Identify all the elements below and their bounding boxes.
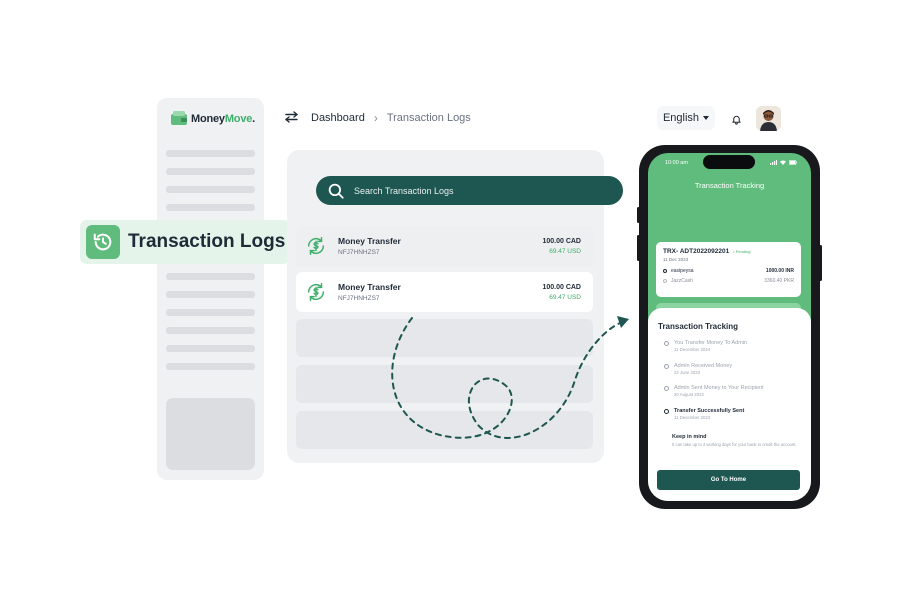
step-title: Admin Received Money <box>674 363 733 369</box>
brand-logo[interactable]: MoneyMove. <box>171 111 255 126</box>
signal-icon <box>770 160 777 165</box>
step-complete-icon <box>664 409 669 414</box>
sheet-title: Transaction Tracking <box>658 322 739 331</box>
step-title: Admin Sent Money to Your Recipient <box>674 385 764 391</box>
trx-recipient-line: JazzCash 3360.40 PKR <box>663 278 794 284</box>
search-input[interactable] <box>354 185 594 196</box>
phone-side-button <box>819 245 822 281</box>
recipient-name: JazzCash <box>671 278 693 284</box>
transaction-row[interactable]: Money Transfer NFJ7HNHZS7 100.00 CAD 69.… <box>296 226 593 266</box>
step-status-icon <box>664 364 669 369</box>
transaction-id: NFJ7HNHZS7 <box>338 249 380 256</box>
transaction-title: Money Transfer <box>338 282 401 292</box>
dollar-refresh-icon <box>304 280 328 304</box>
sidebar-item-placeholder[interactable] <box>166 327 255 334</box>
sidebar-item-placeholder[interactable] <box>166 186 255 193</box>
transaction-row-placeholder <box>296 319 593 357</box>
wallet-logo-icon <box>171 111 187 125</box>
transaction-converted: 69.47 USD <box>549 247 581 255</box>
phone-side-button <box>637 207 640 223</box>
sidebar-item-placeholder[interactable] <box>166 291 255 298</box>
sender-dot-icon <box>663 269 667 273</box>
tracking-step: You Transfer Money To Admin 11 December … <box>664 340 747 352</box>
go-to-home-button[interactable]: Go To Home <box>657 470 800 490</box>
step-date: 22 June 2023 <box>674 370 701 375</box>
phone-mockup: 10:00 am Transaction Tracking TRX- ADT20… <box>637 145 822 509</box>
status-time: 10:00 am <box>665 160 688 166</box>
sidebar-item-transaction-logs[interactable]: Transaction Logs <box>80 220 290 264</box>
transaction-amount: 100.00 CAD <box>542 237 581 245</box>
step-date: 11 December 2024 <box>674 347 711 352</box>
transaction-row-placeholder <box>296 411 593 449</box>
sidebar-item-placeholder[interactable] <box>166 363 255 370</box>
step-status-icon <box>664 386 669 391</box>
dollar-refresh-icon <box>304 234 328 258</box>
step-date: 11 December 2023 <box>674 415 711 420</box>
history-icon <box>86 225 120 259</box>
note-text: It can take up to 2 working days for you… <box>672 442 797 447</box>
transaction-amount: 100.00 CAD <box>542 283 581 291</box>
tracking-step: Admin Sent Money to Your Recipient 20 Au… <box>664 385 764 397</box>
sidebar-item-placeholder[interactable] <box>166 309 255 316</box>
tracking-bottom-sheet: Transaction Tracking You Transfer Money … <box>648 308 811 501</box>
search-bar[interactable] <box>316 176 623 205</box>
screen-title: Transaction Tracking <box>694 181 765 190</box>
sender-name: easipeysa <box>671 268 694 274</box>
step-title: Transfer Successfully Sent <box>674 408 745 414</box>
trx-date: 11 Dec 2023 <box>663 257 689 262</box>
user-avatar[interactable] <box>756 106 781 131</box>
sidebar-item-label: Transaction Logs <box>128 231 286 252</box>
notification-button[interactable] <box>725 108 747 130</box>
language-select[interactable]: English <box>657 106 715 130</box>
step-status-icon <box>664 341 669 346</box>
keep-in-mind-note: Keep in mind It can take up to 2 working… <box>672 434 802 448</box>
trx-id: TRX- ADT2022092201 <box>663 248 730 255</box>
phone-screen: 10:00 am Transaction Tracking TRX- ADT20… <box>648 153 811 501</box>
sidebar-item-placeholder[interactable] <box>166 168 255 175</box>
chevron-down-icon <box>703 116 710 120</box>
brand-name: MoneyMove. <box>191 112 256 125</box>
transaction-row[interactable]: Money Transfer NFJ7HNHZS7 100.00 CAD 69.… <box>296 272 593 312</box>
breadcrumb-separator: › <box>373 111 378 125</box>
sidebar-item-placeholder[interactable] <box>166 204 255 211</box>
phone-side-button <box>637 235 640 261</box>
sidebar-card-placeholder <box>166 398 255 470</box>
step-date: 20 August 2022 <box>674 392 704 397</box>
status-icons <box>770 160 797 165</box>
recipient-amount: 3360.40 PKR <box>764 278 794 284</box>
transaction-row-placeholder <box>296 365 593 403</box>
sender-amount: 1000.00 INR <box>765 268 794 274</box>
sidebar: MoneyMove. <box>157 98 264 480</box>
transaction-id: NFJ7HNHZS7 <box>338 295 380 302</box>
sidebar-item-placeholder[interactable] <box>166 150 255 157</box>
transaction-converted: 69.47 USD <box>549 293 581 301</box>
search-icon <box>328 183 344 199</box>
breadcrumb-current: Transaction Logs <box>386 112 471 124</box>
breadcrumb-dashboard-link[interactable]: Dashboard <box>311 112 365 124</box>
note-title: Keep in mind <box>672 434 707 440</box>
tracking-step: Transfer Successfully Sent 11 December 2… <box>664 408 744 420</box>
battery-icon <box>789 160 797 165</box>
sidebar-item-placeholder[interactable] <box>166 345 255 352</box>
step-title: You Transfer Money To Admin <box>674 340 748 346</box>
dynamic-island <box>703 155 755 169</box>
swap-arrows-icon[interactable] <box>285 111 298 123</box>
transaction-summary-card[interactable]: TRX- ADT2022092201 • Pending 11 Dec 2023… <box>656 242 801 297</box>
trx-sender-line: easipeysa 1000.00 INR <box>663 268 794 274</box>
wifi-icon <box>780 160 786 165</box>
sidebar-item-placeholder[interactable] <box>166 273 255 280</box>
bell-icon <box>731 115 741 125</box>
avatar-portrait-icon <box>756 106 781 131</box>
recipient-dot-icon <box>663 279 667 283</box>
breadcrumb: Dashboard › Transaction Logs <box>311 111 471 125</box>
transaction-title: Money Transfer <box>338 236 401 246</box>
status-badge: • Pending <box>733 249 751 254</box>
language-value: English <box>662 112 700 124</box>
tracking-step: Admin Received Money 22 June 2023 <box>664 363 732 375</box>
